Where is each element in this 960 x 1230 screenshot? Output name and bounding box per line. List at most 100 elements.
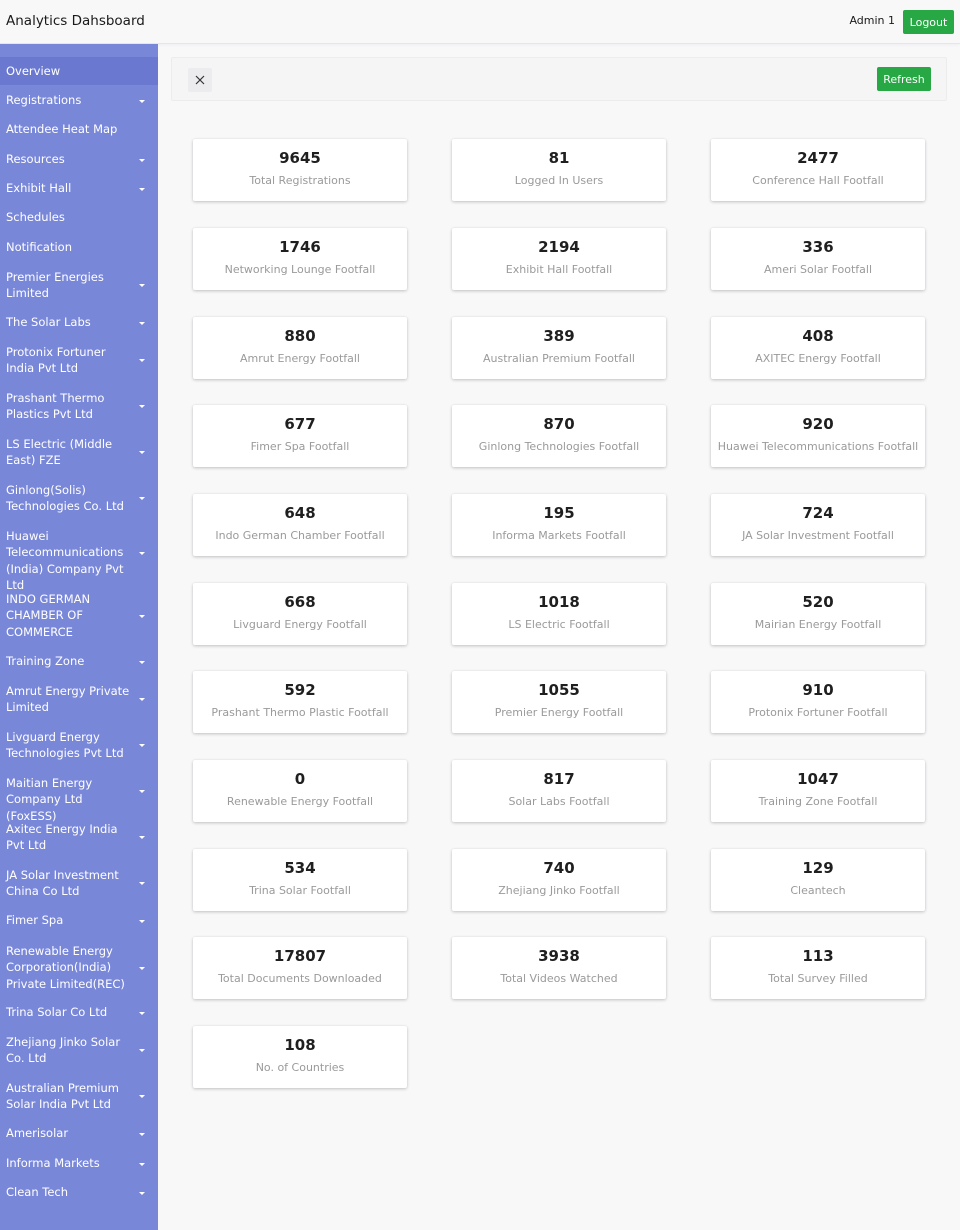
sidebar-item[interactable]: Australian Premium Solar India Pvt Ltd	[0, 1073, 158, 1119]
sidebar-item[interactable]: Protonix Fortuner India Pvt Ltd	[0, 337, 158, 383]
sidebar-item[interactable]: Amrut Energy Private Limited	[0, 676, 158, 722]
stat-card: 920 Huawei Telecommunications Footfall	[711, 405, 925, 467]
chevron-down-icon	[139, 359, 145, 362]
sidebar-item-label: Livguard Energy Technologies Pvt Ltd	[6, 729, 124, 761]
stat-value: 2194	[538, 238, 580, 256]
sidebar-item-label: Trina Solar Co Ltd	[6, 1005, 108, 1020]
stat-label: Exhibit Hall Footfall	[505, 263, 613, 276]
stat-value: 880	[284, 327, 316, 345]
stat-value: 534	[284, 859, 316, 877]
stat-label: AXITEC Energy Footfall	[755, 352, 881, 365]
chevron-down-icon	[139, 284, 145, 287]
sidebar-item[interactable]: Resources	[0, 145, 158, 174]
stat-card: 81 Logged In Users	[452, 139, 666, 201]
close-icon	[195, 75, 205, 85]
stat-label: Conference Hall Footfall	[752, 174, 884, 187]
sidebar-item[interactable]: Schedules	[0, 203, 158, 232]
sidebar-item[interactable]: INDO GERMAN CHAMBER OF COMMERCE	[0, 584, 158, 647]
sidebar-item-label: Zhejiang Jinko Solar Co. Ltd	[6, 1034, 121, 1066]
stat-value: 9645	[279, 149, 321, 167]
stat-value: 389	[543, 327, 575, 345]
sidebar-item[interactable]: Zhejiang Jinko Solar Co. Ltd	[0, 1027, 158, 1073]
sidebar-item[interactable]: Amerisolar	[0, 1119, 158, 1148]
stat-label: Renewable Energy Footfall	[226, 795, 374, 808]
chevron-down-icon	[139, 966, 145, 970]
sidebar-item-label: Axitec Energy India Pvt Ltd	[6, 821, 118, 853]
stat-label: Ameri Solar Footfall	[763, 263, 873, 276]
sidebar-item[interactable]: Overview	[0, 57, 158, 85]
stat-value: 3938	[538, 947, 580, 965]
stat-label: JA Solar Investment Footfall	[742, 529, 894, 542]
sidebar-item-label: Overview	[6, 63, 61, 78]
sidebar-item[interactable]: Renewable Energy Corporation(India) Priv…	[0, 936, 158, 999]
stat-value: 336	[802, 238, 834, 256]
sidebar-item[interactable]: Exhibit Hall	[0, 174, 158, 203]
stat-label: Protonix Fortuner Footfall	[748, 706, 888, 719]
stat-value: 724	[802, 504, 834, 522]
sidebar-item-label: Australian Premium Solar India Pvt Ltd	[6, 1080, 119, 1112]
sidebar-item-label: Training Zone	[6, 654, 85, 669]
chevron-down-icon	[139, 1162, 145, 1166]
stat-value: 1018	[538, 593, 580, 611]
chevron-down-icon	[139, 497, 145, 500]
stat-value: 1055	[538, 681, 580, 699]
stat-card: 17807 Total Documents Downloaded	[193, 937, 407, 999]
stat-card: 1018 LS Electric Footfall	[452, 583, 666, 645]
chevron-down-icon	[139, 551, 145, 555]
stat-card: 108 No. of Countries	[193, 1026, 407, 1088]
stat-label: Zhejiang Jinko Footfall	[498, 884, 620, 897]
chevron-down-icon	[139, 698, 145, 701]
sidebar-item[interactable]: Notification	[0, 233, 158, 262]
chevron-down-icon	[139, 405, 145, 408]
chevron-down-icon	[139, 1095, 145, 1098]
sidebar-item[interactable]: Premier Energies Limited	[0, 262, 158, 308]
sidebar-item-label: Informa Markets	[6, 1156, 100, 1171]
sidebar-item-label: Notification	[6, 240, 72, 255]
stat-card: 0 Renewable Energy Footfall	[193, 760, 407, 822]
sidebar-item[interactable]: LS Electric (Middle East) FZE	[0, 429, 158, 475]
sidebar-item[interactable]: Training Zone	[0, 647, 158, 676]
stat-label: Prashant Thermo Plastic Footfall	[211, 706, 389, 719]
stat-value: 677	[284, 415, 316, 433]
stat-label: Trina Solar Footfall	[249, 884, 351, 897]
stat-label: No. of Countries	[255, 1061, 345, 1074]
sidebar-item[interactable]: The Solar Labs	[0, 308, 158, 337]
sidebar-item[interactable]: Clean Tech	[0, 1178, 158, 1207]
sidebar-item[interactable]: Ginlong(Solis) Technologies Co. Ltd	[0, 475, 158, 521]
stat-card: 389 Australian Premium Footfall	[452, 317, 666, 379]
stat-card: 740 Zhejiang Jinko Footfall	[452, 849, 666, 911]
chevron-down-icon	[139, 790, 145, 793]
stat-card: 3938 Total Videos Watched	[452, 937, 666, 999]
close-button[interactable]	[188, 68, 212, 92]
sidebar-item[interactable]: Trina Solar Co Ltd	[0, 998, 158, 1027]
sidebar-item[interactable]: Axitec Energy India Pvt Ltd	[0, 814, 158, 860]
stat-value: 920	[802, 415, 834, 433]
sidebar-item[interactable]: Maitian Energy Company Ltd (FoxESS)	[0, 768, 158, 823]
sidebar-item[interactable]: Informa Markets	[0, 1149, 158, 1178]
stat-card: 534 Trina Solar Footfall	[193, 849, 407, 911]
sidebar-item[interactable]: JA Solar Investment China Co Ltd	[0, 860, 158, 906]
stat-card: 1055 Premier Energy Footfall	[452, 671, 666, 733]
logout-button[interactable]: Logout	[903, 10, 954, 34]
sidebar: Overview Registrations Attendee Heat Map Re…	[0, 44, 158, 1230]
toolbar-panel: Refresh	[171, 57, 947, 101]
sidebar-item-label: JA Solar Investment China Co Ltd	[6, 867, 119, 899]
sidebar-item-label: Huawei Telecommunications (India) Compan…	[6, 528, 124, 593]
chevron-down-icon	[139, 1049, 145, 1052]
stat-value: 113	[802, 947, 834, 965]
sidebar-item[interactable]: Fimer Spa	[0, 906, 158, 935]
stat-card: 2194 Exhibit Hall Footfall	[452, 228, 666, 290]
refresh-button[interactable]: Refresh	[877, 67, 931, 91]
stat-card: 113 Total Survey Filled	[711, 937, 925, 999]
stat-card: 648 Indo German Chamber Footfall	[193, 494, 407, 556]
sidebar-item[interactable]: Prashant Thermo Plastics Pvt Ltd	[0, 383, 158, 429]
sidebar-item[interactable]: Attendee Heat Map	[0, 115, 158, 144]
stat-card: 817 Solar Labs Footfall	[452, 760, 666, 822]
chevron-down-icon	[139, 321, 145, 325]
sidebar-item[interactable]: Huawei Telecommunications (India) Compan…	[0, 521, 158, 592]
stat-card: 2477 Conference Hall Footfall	[711, 139, 925, 201]
sidebar-item[interactable]: Livguard Energy Technologies Pvt Ltd	[0, 722, 158, 768]
sidebar-item[interactable]: Registrations	[0, 86, 158, 115]
stat-label: Total Registrations	[249, 174, 351, 187]
stat-label: Cleantech	[790, 884, 846, 897]
